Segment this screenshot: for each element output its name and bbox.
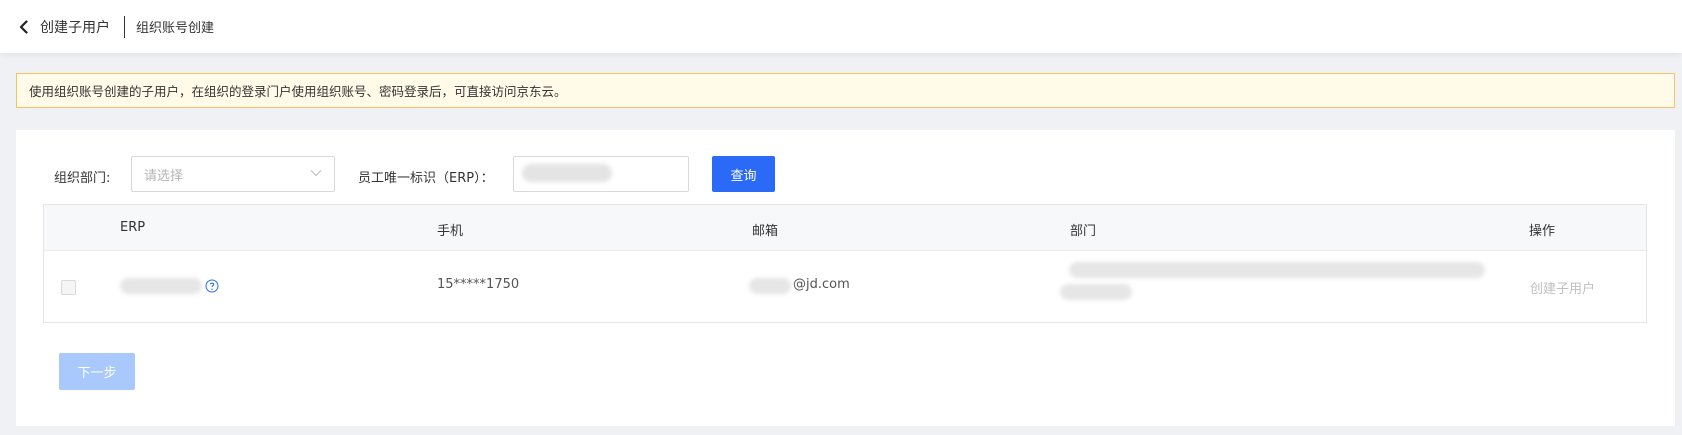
table-header: ERP 手机 邮箱 部门 操作 (44, 205, 1646, 251)
help-icon[interactable] (205, 279, 219, 293)
notice-banner: 使用组织账号创建的子用户，在组织的登录门户使用组织账号、密码登录后，可直接访问京… (16, 73, 1675, 108)
main-card: 组织部门: 请选择 员工唯一标识（ERP）： 查询 ERP 手机 邮箱 部门 操… (16, 130, 1675, 426)
back-label: 创建子用户 (40, 19, 110, 36)
column-header-action: 操作 (1529, 224, 1556, 239)
dept-redacted-line-1 (1069, 262, 1485, 278)
query-button[interactable]: 查询 (712, 156, 775, 192)
email-cell: @jd.com (793, 277, 850, 292)
breadcrumb-current: 组织账号创建 (136, 21, 215, 36)
column-header-dept: 部门 (1070, 224, 1097, 239)
email-redacted (749, 278, 791, 294)
dept-select[interactable]: 请选择 (131, 156, 335, 192)
create-subuser-link[interactable]: 创建子用户 (1530, 278, 1595, 297)
user-table: ERP 手机 邮箱 部门 操作 15*****1750 @jd.com 创建子用… (43, 204, 1647, 323)
erp-input[interactable] (514, 157, 688, 191)
row-checkbox[interactable] (61, 280, 76, 295)
chevron-left-icon (19, 19, 28, 34)
phone-cell: 15*****1750 (437, 277, 520, 292)
dept-redacted-line-2 (1060, 284, 1132, 300)
dept-filter-label: 组织部门: (54, 171, 111, 186)
notice-text: 使用组织账号创建的子用户，在组织的登录门户使用组织账号、密码登录后，可直接访问京… (29, 84, 567, 99)
table-row: 15*****1750 @jd.com 创建子用户 (44, 251, 1646, 323)
dept-select-placeholder: 请选择 (144, 168, 184, 184)
erp-redacted (120, 278, 202, 294)
column-header-email: 邮箱 (752, 224, 779, 239)
next-step-button[interactable]: 下一步 (59, 353, 135, 390)
header-divider (124, 15, 125, 38)
back-button[interactable]: 创建子用户 (18, 17, 110, 37)
erp-filter-label: 员工唯一标识（ERP）： (358, 171, 494, 186)
erp-input-wrapper (513, 156, 689, 192)
column-header-phone: 手机 (437, 224, 464, 239)
column-header-erp: ERP (120, 220, 146, 235)
chevron-down-icon (310, 170, 322, 177)
page-header: 创建子用户 组织账号创建 (0, 0, 1682, 53)
